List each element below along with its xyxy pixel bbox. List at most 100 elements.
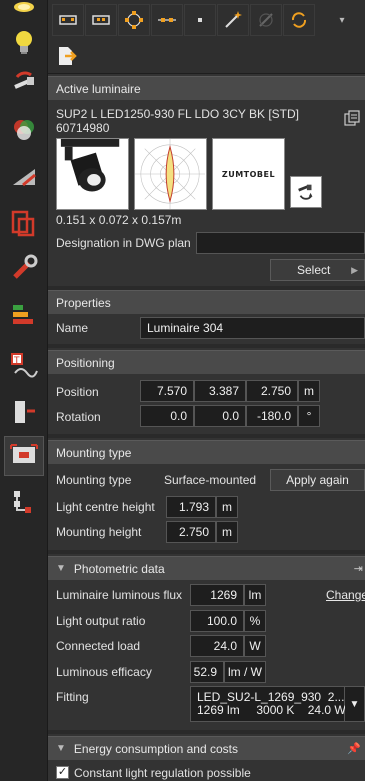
properties-header: Properties bbox=[48, 290, 365, 314]
positioning-header: Positioning bbox=[48, 350, 365, 374]
luminaire-code: 60714980 bbox=[56, 121, 110, 135]
brand-logo-text: ZUMTOBEL bbox=[221, 169, 276, 179]
align-center-icon[interactable] bbox=[85, 4, 117, 36]
photometric-title: Photometric data bbox=[73, 561, 165, 576]
chevron-down-icon[interactable]: ▾ bbox=[324, 4, 360, 36]
name-label: Name bbox=[56, 321, 89, 335]
position-unit: m bbox=[298, 380, 320, 402]
export-document-icon[interactable] bbox=[52, 42, 80, 70]
section-divider bbox=[48, 434, 365, 438]
mounting-height-label: Mounting height bbox=[56, 525, 142, 539]
collapse-arrow-icon: ▼ bbox=[56, 563, 66, 574]
pin-icon[interactable]: ⇥ bbox=[354, 562, 363, 575]
select-button-label: Select bbox=[297, 263, 331, 277]
light-centre-height-input[interactable]: 1.793 bbox=[166, 496, 216, 518]
connected-load-input[interactable]: 24.0 bbox=[190, 635, 244, 657]
fitting-dropdown-icon[interactable]: ▼ bbox=[345, 686, 365, 722]
line-arrangement-icon[interactable] bbox=[151, 4, 183, 36]
luminaire-photo bbox=[56, 138, 129, 210]
apply-again-button[interactable]: Apply again bbox=[270, 469, 365, 491]
position-x-input[interactable]: 7.570 bbox=[140, 380, 194, 402]
photometric-header[interactable]: ▼ Photometric data ⇥ bbox=[48, 556, 365, 580]
column-insert-icon[interactable] bbox=[4, 392, 44, 432]
single-point-icon[interactable] bbox=[184, 4, 216, 36]
light-centre-height-unit: m bbox=[216, 496, 238, 518]
luminaire-name: SUP2 L LED1250-930 FL LDO 3CY BK [STD] bbox=[56, 107, 300, 121]
designation-label: Designation in DWG plan bbox=[56, 236, 191, 250]
rotation-y-input[interactable]: 0.0 bbox=[194, 405, 246, 427]
align-left-icon[interactable] bbox=[52, 4, 84, 36]
tools-wrench-icon[interactable] bbox=[4, 248, 44, 288]
active-luminaire-title: Active luminaire bbox=[56, 81, 141, 96]
disabled-tool-icon[interactable] bbox=[250, 4, 282, 36]
positioning-title: Positioning bbox=[56, 355, 115, 370]
energy-label-icon[interactable] bbox=[4, 294, 44, 334]
luminous-efficacy-label: Luminous efficacy bbox=[56, 665, 152, 679]
luminaire-dimensions: 0.151 x 0.072 x 0.157m bbox=[56, 213, 182, 227]
light-angle-icon[interactable] bbox=[4, 156, 44, 196]
constant-light-checkbox[interactable]: ✓ bbox=[56, 766, 69, 779]
magic-wand-icon[interactable] bbox=[217, 4, 249, 36]
luminous-flux-label: Luminaire luminous flux bbox=[56, 588, 183, 602]
connected-load-label: Connected load bbox=[56, 639, 141, 653]
section-divider bbox=[48, 344, 365, 348]
properties-title: Properties bbox=[56, 295, 111, 310]
rotation-z-input[interactable]: -180.0 bbox=[246, 405, 298, 427]
position-label: Position bbox=[56, 385, 99, 399]
rotation-unit: ° bbox=[298, 405, 320, 427]
svg-text:T: T bbox=[13, 356, 20, 366]
light-output-ratio-label: Light output ratio bbox=[56, 614, 146, 628]
screen-target-icon[interactable] bbox=[4, 436, 44, 476]
hierarchy-icon[interactable] bbox=[4, 482, 44, 522]
luminous-efficacy-value: 52.9 bbox=[190, 661, 224, 683]
luminaire-rotate-icon[interactable] bbox=[4, 64, 44, 104]
layout-frame-icon[interactable] bbox=[4, 204, 44, 244]
constant-light-label: Constant light regulation possible bbox=[74, 766, 251, 780]
photometric-diagram bbox=[134, 138, 207, 210]
color-circles-icon[interactable] bbox=[4, 110, 44, 150]
mounting-title: Mounting type bbox=[56, 445, 132, 460]
position-y-input[interactable]: 3.387 bbox=[194, 380, 246, 402]
mounting-height-unit: m bbox=[216, 521, 238, 543]
light-output-ratio-unit: % bbox=[244, 610, 266, 632]
fitting-label: Fitting bbox=[56, 690, 89, 704]
luminous-efficacy-unit: lm / W bbox=[224, 661, 266, 683]
rotation-x-input[interactable]: 0.0 bbox=[140, 405, 194, 427]
brand-logo: ZUMTOBEL bbox=[212, 138, 285, 210]
light-centre-height-label: Light centre height bbox=[56, 500, 155, 514]
connected-load-unit: W bbox=[244, 635, 266, 657]
lamp-top-icon[interactable] bbox=[4, 0, 44, 18]
luminous-flux-unit: lm bbox=[244, 584, 266, 606]
light-output-ratio-input[interactable]: 100.0 bbox=[190, 610, 244, 632]
active-luminaire-header: Active luminaire bbox=[48, 76, 365, 100]
fitting-select[interactable]: LED_SU2-L_1269_930 2... 1269 lm 3000 K 2… bbox=[190, 686, 346, 722]
position-z-input[interactable]: 2.750 bbox=[246, 380, 298, 402]
mounting-height-input[interactable]: 2.750 bbox=[166, 521, 216, 543]
left-toolbar: T bbox=[0, 0, 48, 781]
section-divider bbox=[48, 550, 365, 554]
luminous-flux-input[interactable]: 1269 bbox=[190, 584, 244, 606]
arrangement-circle-icon[interactable] bbox=[118, 4, 150, 36]
name-input[interactable]: Luminaire 304 bbox=[140, 317, 365, 339]
select-button[interactable]: Select ▶ bbox=[270, 259, 365, 281]
fitting-line-2: 1269 lm 3000 K 24.0 W bbox=[197, 703, 346, 717]
designation-input[interactable] bbox=[196, 232, 365, 254]
collapse-arrow-icon: ▼ bbox=[56, 743, 66, 754]
pin-icon[interactable]: 📌 bbox=[347, 742, 361, 755]
swap-luminaire-icon bbox=[298, 184, 313, 200]
properties-panel: Active luminaire SUP2 L LED1250-930 FL L… bbox=[48, 74, 365, 781]
chevron-right-icon: ▶ bbox=[351, 264, 358, 275]
top-toolbar: ▾ bbox=[48, 0, 365, 74]
energy-header[interactable]: ▼ Energy consumption and costs 📌 bbox=[48, 736, 365, 760]
light-bulb-icon[interactable] bbox=[4, 22, 44, 62]
change-link[interactable]: Change bbox=[326, 588, 365, 602]
luminaire-swap-button[interactable] bbox=[290, 176, 322, 208]
copy-document-icon[interactable] bbox=[344, 110, 360, 126]
section-divider bbox=[48, 730, 365, 734]
mounting-type-label: Mounting type bbox=[56, 473, 132, 487]
mounting-header: Mounting type bbox=[48, 440, 365, 464]
mounting-type-value: Surface-mounted bbox=[164, 473, 257, 487]
rotate-arrows-icon[interactable] bbox=[283, 4, 315, 36]
text-curve-icon[interactable]: T bbox=[4, 346, 44, 386]
rotation-label: Rotation bbox=[56, 410, 101, 424]
